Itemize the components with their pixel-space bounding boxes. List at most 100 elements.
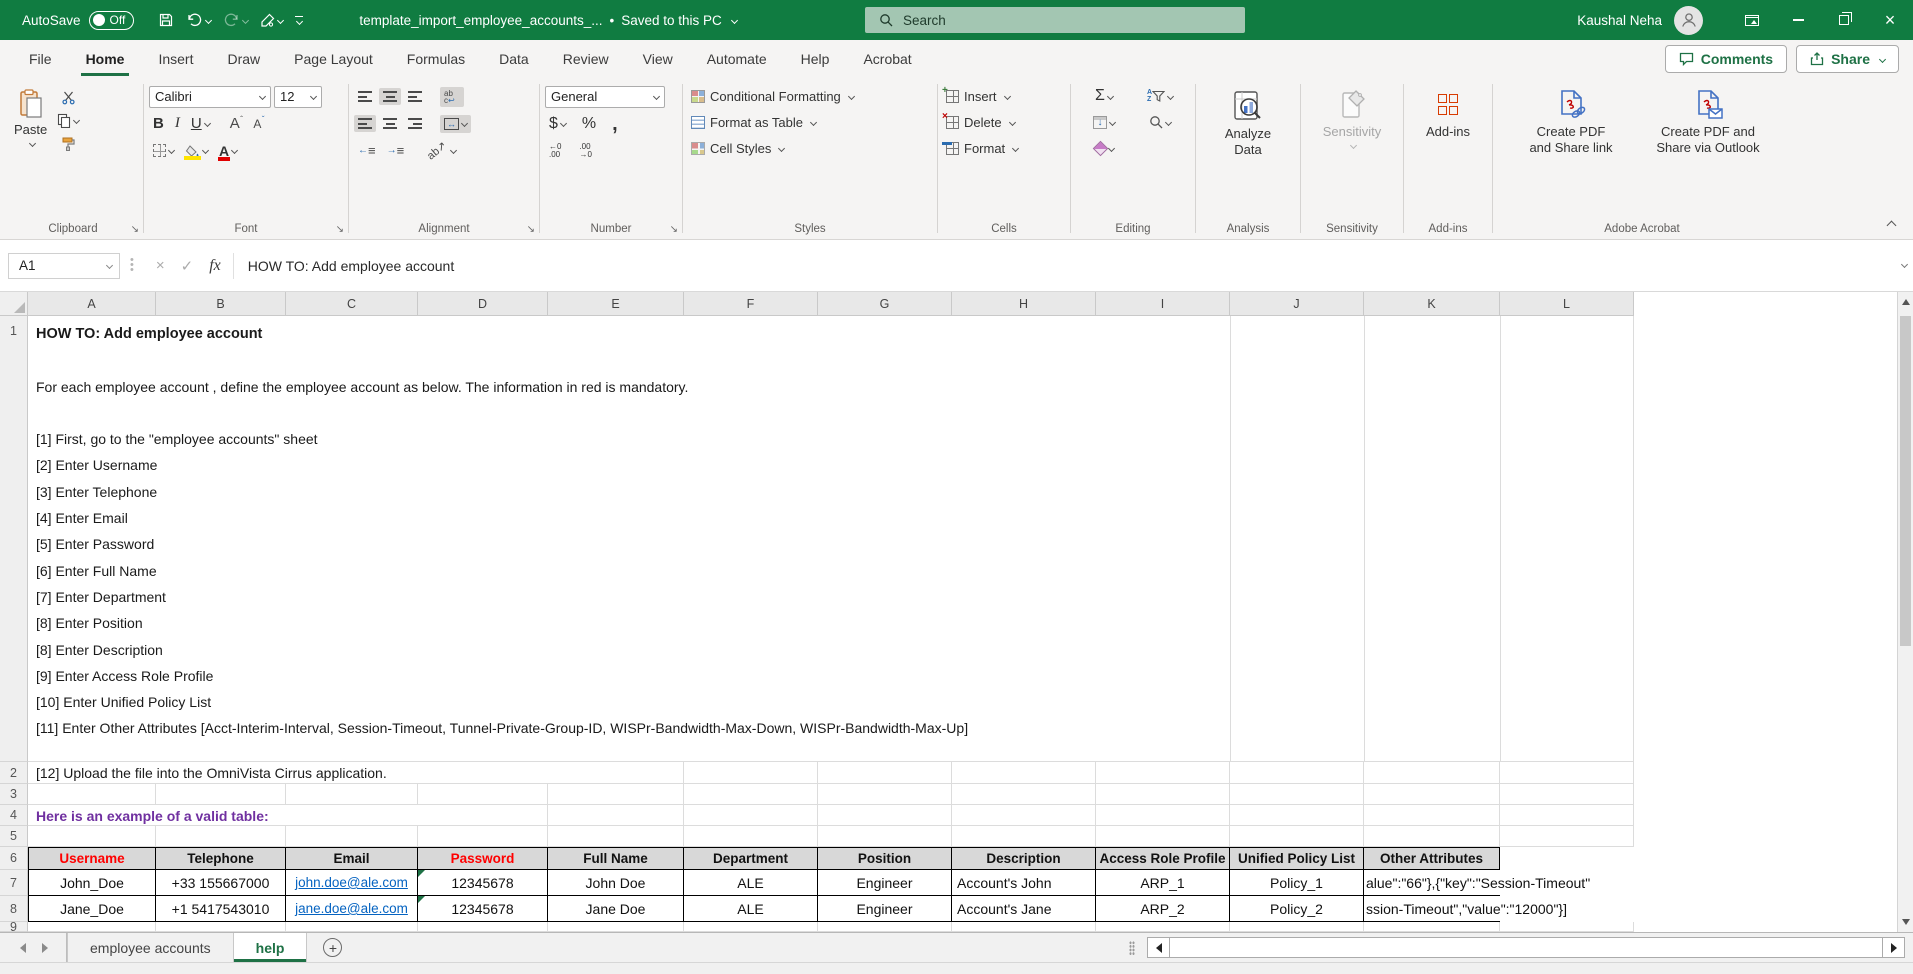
ribbon-tab-automate[interactable]: Automate <box>690 42 784 76</box>
scroll-left-button[interactable] <box>1148 938 1170 957</box>
sheet-tab-employee-accounts[interactable]: employee accounts <box>67 933 234 962</box>
cell-c4[interactable] <box>286 805 418 826</box>
cell-i9[interactable] <box>1096 922 1230 932</box>
ribbon-tab-draw[interactable]: Draw <box>210 42 277 76</box>
cell-b9[interactable] <box>156 922 286 932</box>
next-sheet-button[interactable] <box>42 943 48 953</box>
cell-k8[interactable]: ssion-Timeout","value":"12000"}] <box>1364 896 1500 922</box>
cell-c9[interactable] <box>286 922 418 932</box>
formula-bar-grip[interactable]: ••• <box>130 258 134 273</box>
middle-align-button[interactable] <box>379 88 401 105</box>
autosum-button[interactable]: Σ <box>1076 85 1132 107</box>
cell-c8[interactable]: jane.doe@ale.com <box>286 896 418 922</box>
column-header-G[interactable]: G <box>818 292 952 316</box>
table-header-password[interactable]: Password <box>418 847 548 870</box>
cell-h8[interactable]: Account's Jane <box>952 896 1096 922</box>
cell-f9[interactable] <box>684 922 818 932</box>
share-button[interactable]: Share <box>1796 45 1899 73</box>
cell-k7[interactable]: alue":"66"},{"key":"Session-Timeout" <box>1364 870 1500 896</box>
avatar[interactable] <box>1674 6 1703 35</box>
find-select-button[interactable] <box>1132 112 1188 132</box>
clipboard-dialog-launcher[interactable]: ↘ <box>131 225 139 235</box>
number-format-combo[interactable]: General <box>545 86 665 108</box>
cell-d5[interactable] <box>418 826 548 847</box>
table-header-access-role-profile[interactable]: Access Role Profile <box>1096 847 1230 870</box>
create-pdf-outlook-button[interactable]: Create PDF and Share via Outlook <box>1639 83 1777 219</box>
merge-center-button[interactable]: ↔ <box>440 115 471 133</box>
ribbon-display-options-button[interactable] <box>1729 0 1775 40</box>
clear-button[interactable] <box>1076 140 1132 157</box>
cell-h7[interactable]: Account's John <box>952 870 1096 896</box>
table-header-telephone[interactable]: Telephone <box>156 847 286 870</box>
column-header-B[interactable]: B <box>156 292 286 316</box>
decrease-decimal-button[interactable]: .00 →0 <box>575 140 595 162</box>
format-cells-button[interactable]: ▬ Format <box>943 135 1065 161</box>
analyze-data-button[interactable]: Analyze Data <box>1219 83 1277 161</box>
autosave-toggle[interactable]: AutoSave Off <box>22 11 134 30</box>
orientation-button[interactable]: ab↗ <box>422 141 459 160</box>
cell-g4[interactable] <box>818 805 952 826</box>
ribbon-tab-insert[interactable]: Insert <box>141 42 210 76</box>
close-button[interactable]: × <box>1867 0 1913 40</box>
row-header-2[interactable]: 2 <box>0 762 28 784</box>
scroll-right-button[interactable] <box>1882 938 1904 957</box>
cell-k2[interactable] <box>1364 762 1500 784</box>
increase-font-button[interactable]: Aˆ <box>226 112 247 135</box>
cell-i8[interactable]: ARP_2 <box>1096 896 1230 922</box>
accounting-format-button[interactable]: $ <box>545 113 570 135</box>
cell-h2[interactable] <box>952 762 1096 784</box>
cell-c5[interactable] <box>286 826 418 847</box>
restore-button[interactable] <box>1821 0 1867 40</box>
cell-j8[interactable]: Policy_2 <box>1230 896 1364 922</box>
ribbon-tab-data[interactable]: Data <box>482 42 546 76</box>
cancel-button[interactable]: × <box>156 257 165 274</box>
fill-color-button[interactable] <box>181 142 212 160</box>
search-input[interactable]: Search <box>865 7 1245 33</box>
cell-b7[interactable]: +33 155667000 <box>156 870 286 896</box>
ribbon-tab-home[interactable]: Home <box>69 42 142 76</box>
decrease-font-button[interactable]: Aˇ <box>249 114 268 134</box>
comments-button[interactable]: Comments <box>1665 45 1787 73</box>
align-left-button[interactable] <box>354 115 376 132</box>
cell-k3[interactable] <box>1364 784 1500 805</box>
bold-button[interactable]: B <box>149 113 168 134</box>
column-header-F[interactable]: F <box>684 292 818 316</box>
delete-cells-button[interactable]: × Delete <box>943 109 1065 135</box>
comma-style-button[interactable]: , <box>608 111 622 137</box>
horizontal-scrollbar[interactable] <box>1147 937 1905 958</box>
redo-button[interactable] <box>219 9 252 31</box>
cell-d7[interactable]: 12345678 <box>418 870 548 896</box>
cell-i5[interactable] <box>1096 826 1230 847</box>
cell-d8[interactable]: 12345678 <box>418 896 548 922</box>
cell-d2[interactable] <box>418 762 548 784</box>
cell-j9[interactable] <box>1230 922 1364 932</box>
cell-h3[interactable] <box>952 784 1096 805</box>
table-header-description[interactable]: Description <box>952 847 1096 870</box>
underline-button[interactable]: U <box>187 113 214 134</box>
table-header-full-name[interactable]: Full Name <box>548 847 684 870</box>
cell-e2[interactable] <box>548 762 684 784</box>
table-header-unified-policy-list[interactable]: Unified Policy List <box>1230 847 1364 870</box>
collapse-ribbon-button[interactable] <box>1887 221 1897 231</box>
sensitivity-button[interactable]: Sensitivity <box>1317 83 1388 150</box>
insert-cells-button[interactable]: + Insert <box>943 83 1065 109</box>
format-painter-button[interactable] <box>53 133 83 154</box>
enter-button[interactable]: ✓ <box>181 257 194 275</box>
ribbon-tab-page-layout[interactable]: Page Layout <box>277 42 390 76</box>
row-header-6[interactable]: 6 <box>0 847 28 870</box>
cell-a8[interactable]: Jane_Doe <box>28 896 156 922</box>
minimize-button[interactable] <box>1775 0 1821 40</box>
column-header-A[interactable]: A <box>28 292 156 316</box>
cell-b5[interactable] <box>156 826 286 847</box>
cell-c7[interactable]: john.doe@ale.com <box>286 870 418 896</box>
cell-b3[interactable] <box>156 784 286 805</box>
wrap-text-button[interactable]: abc↩ <box>440 87 464 107</box>
align-right-button[interactable] <box>404 115 426 132</box>
customize-qat-button[interactable] <box>291 13 307 27</box>
cell-g5[interactable] <box>818 826 952 847</box>
cell-h9[interactable] <box>952 922 1096 932</box>
expand-formula-bar-icon[interactable] <box>1901 261 1908 268</box>
tab-scroll-grip[interactable] <box>1129 941 1135 955</box>
bottom-align-button[interactable] <box>404 88 426 105</box>
borders-button[interactable] <box>149 141 178 160</box>
